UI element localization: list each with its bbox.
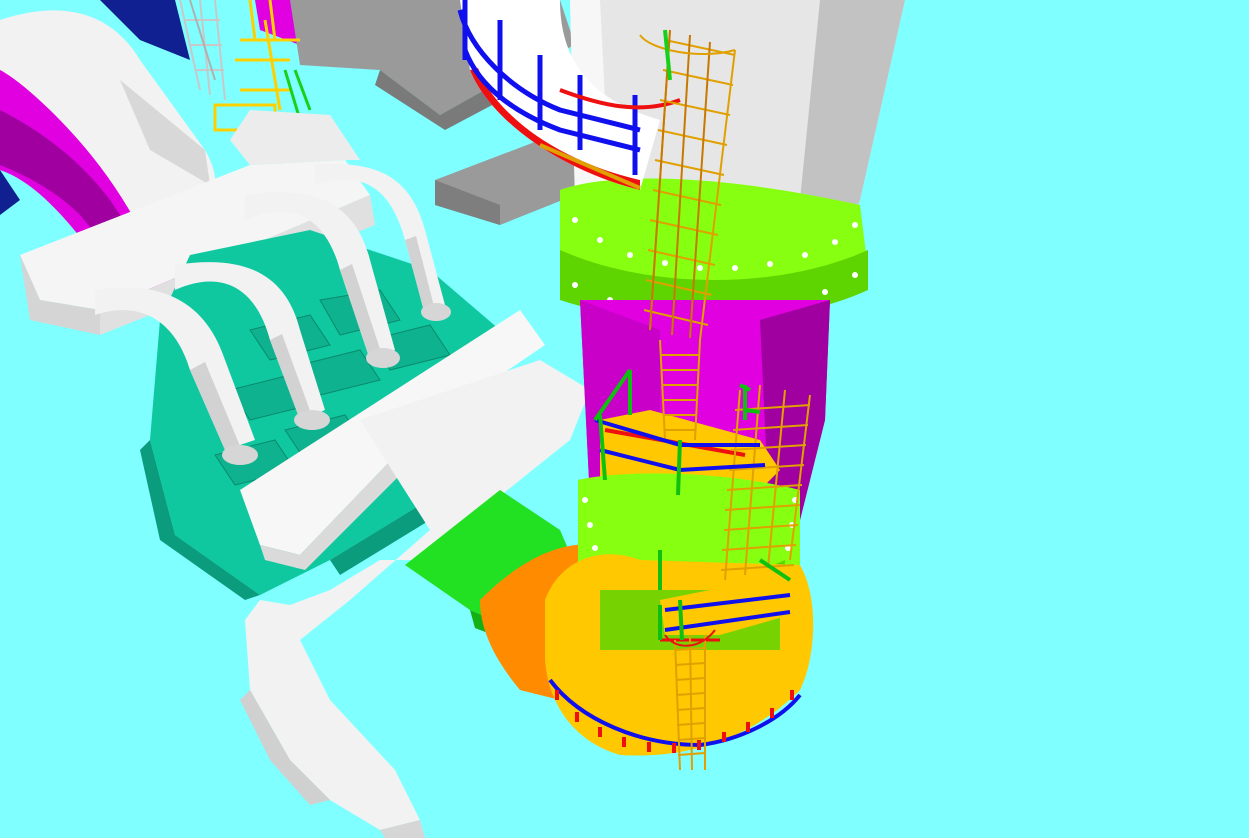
upper-flange — [560, 178, 868, 322]
3d-plant-viewport[interactable] — [0, 0, 1249, 838]
plant-scene — [0, 0, 1249, 838]
